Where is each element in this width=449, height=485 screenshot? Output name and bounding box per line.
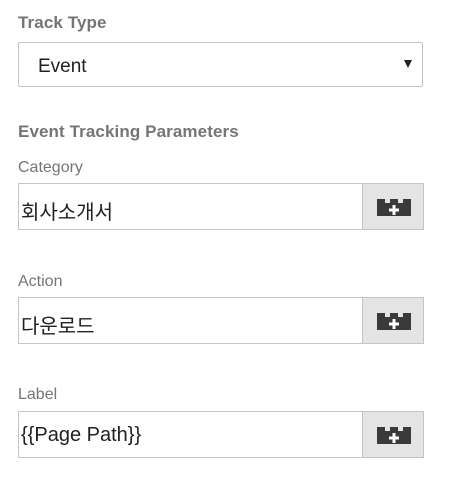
action-input[interactable]: 다운로드 xyxy=(18,297,362,344)
category-input-value: 회사소개서 xyxy=(21,202,113,224)
add-variable-icon xyxy=(377,427,411,444)
track-type-label: Track Type xyxy=(18,13,107,32)
action-input-value: 다운로드 xyxy=(21,316,95,338)
action-label: Action xyxy=(18,273,63,290)
dropdown-arrow-icon xyxy=(404,60,412,68)
track-type-select[interactable]: Event xyxy=(18,42,423,87)
action-field-group: 다운로드 xyxy=(18,297,424,344)
track-type-selected-value: Event xyxy=(38,56,87,77)
category-input[interactable]: 회사소개서 xyxy=(18,183,362,230)
category-field-group: 회사소개서 xyxy=(18,183,424,230)
add-variable-icon xyxy=(377,199,411,216)
label-label: Label xyxy=(18,386,58,403)
label-field-group: {{Page Path}} xyxy=(18,411,424,458)
label-input[interactable]: {{Page Path}} xyxy=(18,411,362,458)
category-add-variable-button[interactable] xyxy=(362,183,424,230)
label-add-variable-button[interactable] xyxy=(362,411,424,458)
event-tracking-parameters-heading: Event Tracking Parameters xyxy=(18,122,239,141)
add-variable-icon xyxy=(377,313,411,330)
label-input-value: {{Page Path}} xyxy=(21,424,142,446)
action-add-variable-button[interactable] xyxy=(362,297,424,344)
category-label: Category xyxy=(18,159,83,176)
